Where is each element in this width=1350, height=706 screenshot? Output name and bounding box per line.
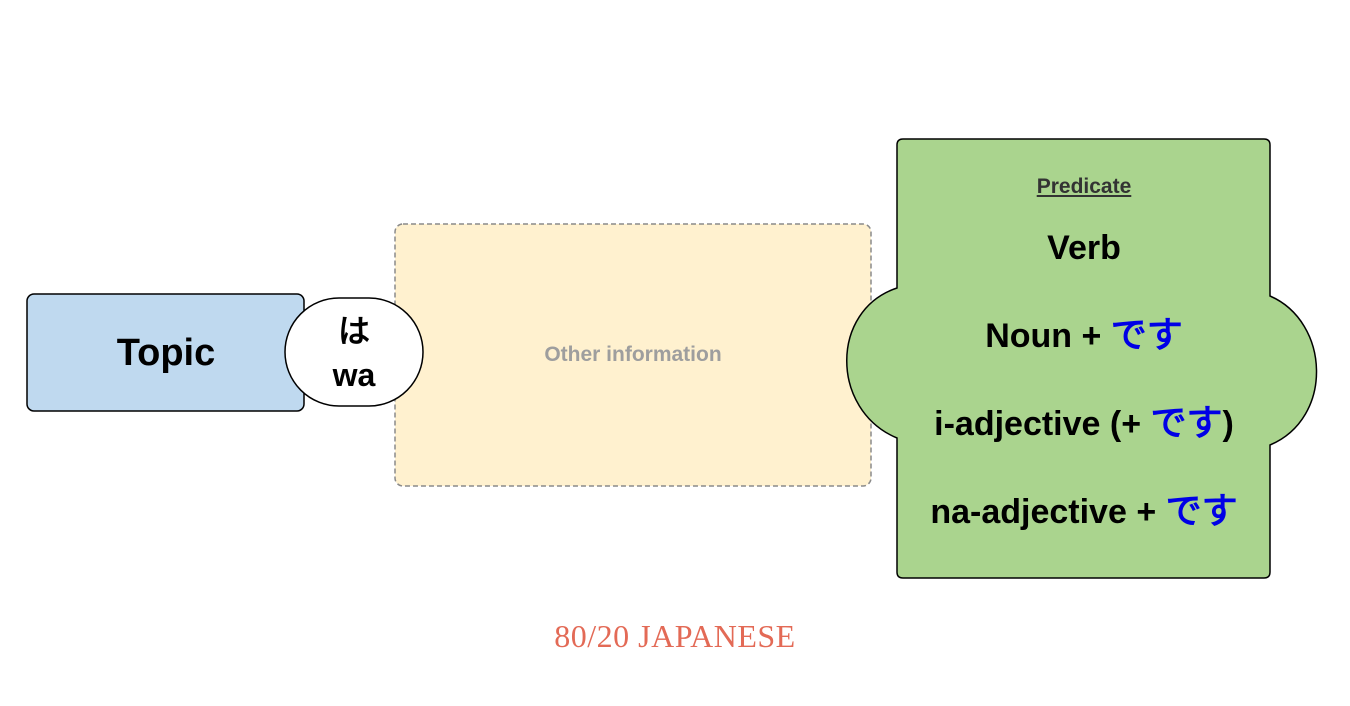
iadj-text: i-adjective (+	[934, 405, 1151, 443]
naadj-text: na-adjective +	[930, 493, 1166, 531]
predicate-i-adjective: i-adjective (+ です)	[898, 402, 1270, 446]
noun-text: Noun +	[985, 317, 1111, 355]
predicate-verb: Verb	[898, 226, 1270, 270]
naadj-desu: です	[1165, 491, 1238, 532]
topic-label: Topic	[116, 332, 216, 374]
brand-logo: 80/20 JAPANESE	[554, 618, 796, 654]
diagram-canvas: Topic は wa Other information Predicate V…	[0, 0, 1350, 706]
predicate-na-adjective: na-adjective + です	[898, 490, 1270, 534]
other-information-label: Other information	[544, 343, 722, 366]
iadj-close-paren: )	[1222, 405, 1234, 443]
iadj-desu: です	[1150, 403, 1223, 444]
verb-text: Verb	[1047, 229, 1121, 267]
predicate-noun: Noun + です	[898, 314, 1270, 358]
noun-desu: です	[1110, 315, 1183, 356]
predicate-heading: Predicate	[1036, 175, 1132, 198]
